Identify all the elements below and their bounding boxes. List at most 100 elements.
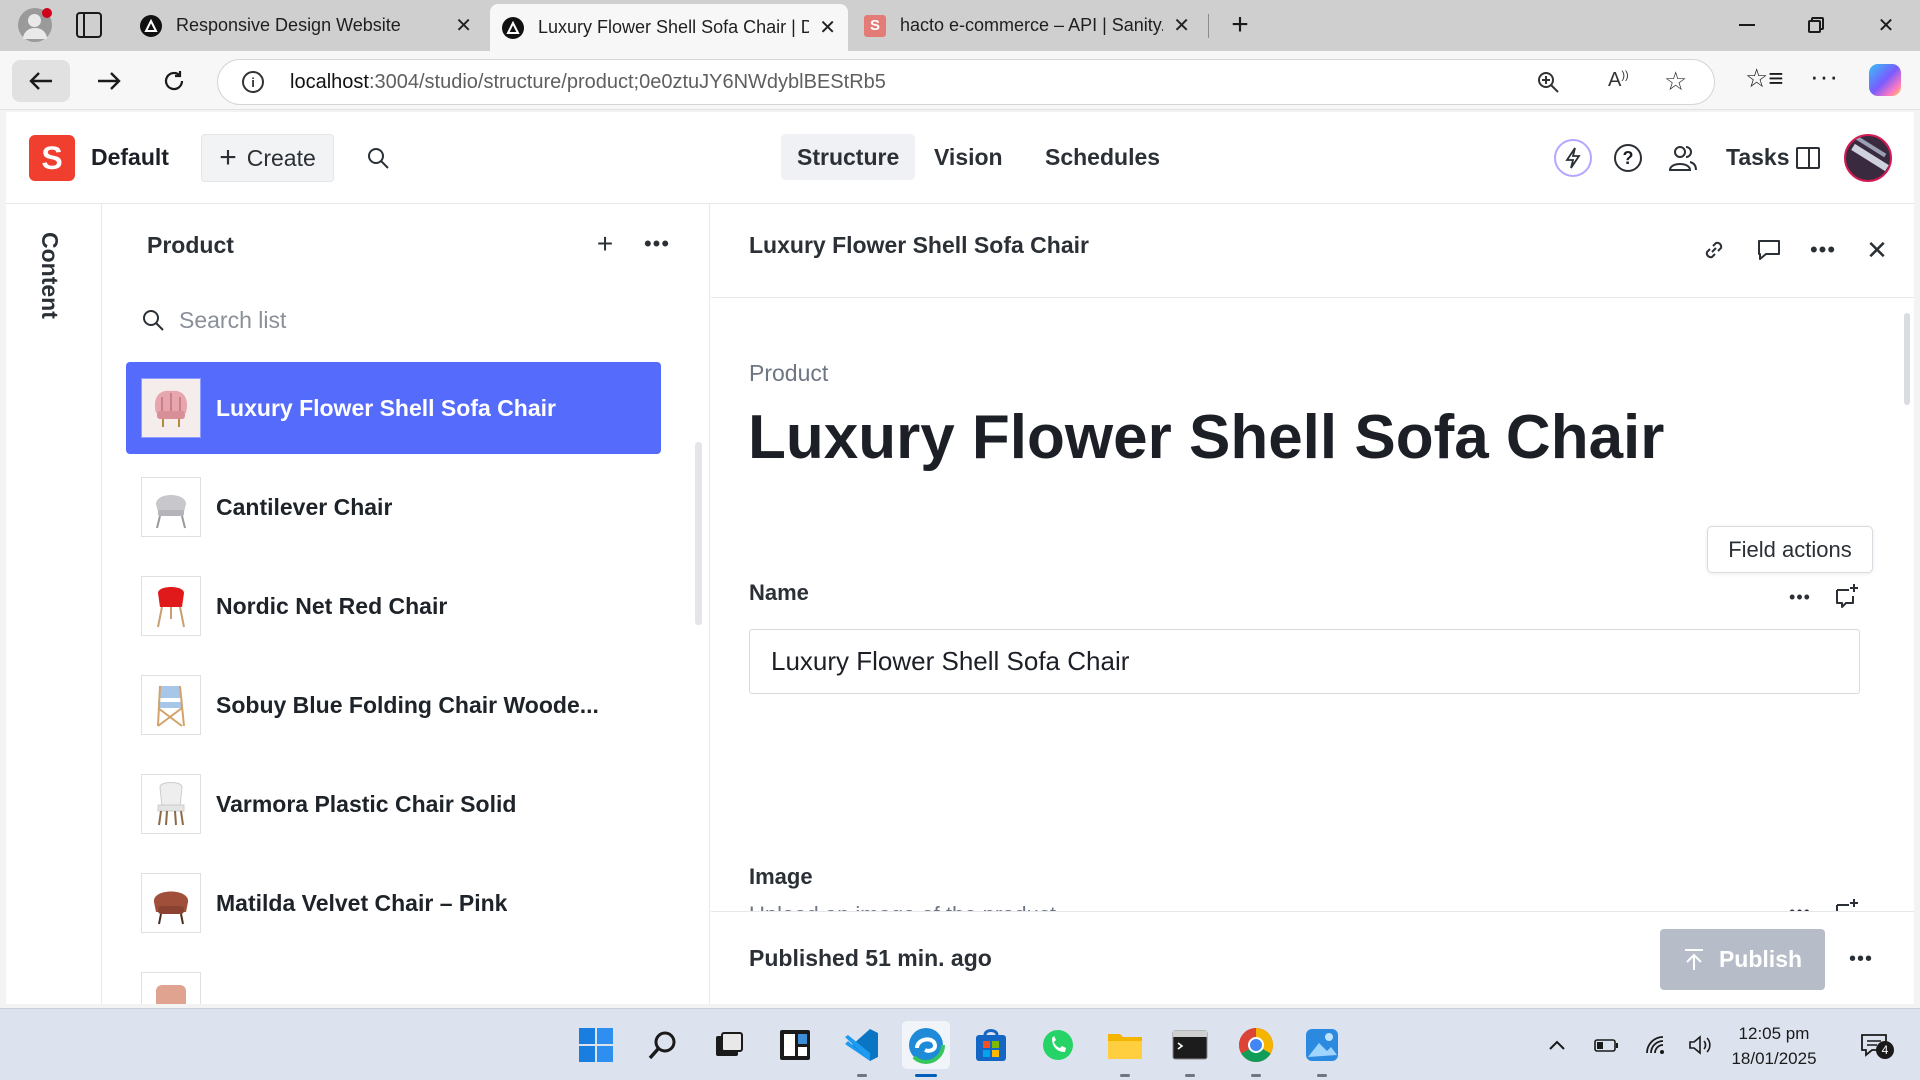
list-item[interactable]: Luxury Flower Shell Sofa Chair [126, 362, 661, 454]
microsoft-store-icon[interactable] [967, 1021, 1015, 1069]
list-scrollbar[interactable] [695, 442, 702, 625]
favorites-icon[interactable]: ☆≡ [1745, 63, 1783, 94]
document-list: Luxury Flower Shell Sofa Chair Cantileve… [126, 362, 661, 1004]
search-input[interactable]: Search list [179, 307, 286, 334]
field-menu-icon[interactable]: ••• [1780, 892, 1820, 912]
tab-luxury-flower-shell[interactable]: Luxury Flower Shell Sofa Chair | D ✕ [490, 4, 848, 51]
content-rail: Content [6, 204, 102, 1004]
nav-schedules[interactable]: Schedules [1029, 134, 1176, 180]
close-pane-icon[interactable]: ✕ [1857, 230, 1897, 270]
forward-button[interactable] [80, 60, 138, 102]
comments-icon[interactable] [1749, 230, 1789, 270]
vscode-icon[interactable] [838, 1021, 886, 1077]
item-title: Nordic Net Red Chair [216, 592, 448, 619]
close-tab-icon[interactable]: ✕ [1173, 13, 1190, 38]
list-item[interactable] [126, 956, 661, 1004]
name-field-label: Name [749, 580, 809, 605]
product-thumbnail [141, 774, 201, 834]
chevron-up-icon[interactable] [1542, 1031, 1572, 1059]
refresh-button[interactable] [145, 60, 203, 102]
chrome-icon[interactable] [1232, 1021, 1280, 1077]
photos-icon[interactable] [1298, 1021, 1346, 1077]
product-thumbnail [141, 576, 201, 636]
document-form: Product Luxury Flower Shell Sofa Chair F… [711, 299, 1914, 911]
avatar[interactable] [1844, 134, 1892, 182]
tab-actions-icon[interactable] [76, 12, 102, 38]
field-menu-icon[interactable]: ••• [1780, 577, 1820, 617]
tab-responsive-design[interactable]: Responsive Design Website ✕ [128, 4, 484, 47]
close-tab-icon[interactable]: ✕ [819, 15, 836, 40]
new-tab-button[interactable]: + [1220, 8, 1260, 42]
product-thumbnail [141, 873, 201, 933]
more-menu-icon[interactable]: ··· [1810, 61, 1839, 92]
read-aloud-icon[interactable]: A)) [1608, 69, 1629, 92]
users-icon[interactable] [1661, 136, 1705, 180]
link-icon[interactable] [1694, 230, 1734, 270]
sidebar-toggle-icon[interactable] [1786, 136, 1830, 180]
list-item[interactable]: Sobuy Blue Folding Chair Woode... [126, 659, 661, 751]
document-actions-menu-icon[interactable]: ••• [1841, 939, 1881, 979]
list-item[interactable]: Matilda Velvet Chair – Pink [126, 857, 661, 949]
lightning-icon[interactable] [1551, 136, 1595, 180]
browser-tab-bar: Responsive Design Website ✕ Luxury Flowe… [0, 0, 1920, 51]
item-title: Luxury Flower Shell Sofa Chair [216, 394, 556, 421]
publish-status: Published 51 min. ago [749, 945, 992, 971]
copilot-icon[interactable] [1869, 64, 1901, 96]
workspace-name[interactable]: Default [91, 144, 169, 171]
edge-icon[interactable] [902, 1021, 950, 1077]
file-explorer-icon[interactable] [1101, 1021, 1149, 1077]
document-header: Luxury Flower Shell Sofa Chair ••• ✕ [711, 204, 1914, 298]
product-thumbnail [141, 378, 201, 438]
studio-logo[interactable]: S [29, 135, 75, 181]
minimize-icon[interactable] [1727, 8, 1767, 42]
notifications-icon[interactable]: 4 [1854, 1031, 1894, 1059]
document-scrollbar[interactable] [1904, 313, 1910, 405]
wifi-icon[interactable] [1642, 1031, 1672, 1059]
clock-date: 18/01/2025 [1731, 1049, 1817, 1068]
zoom-icon[interactable] [1536, 70, 1560, 99]
item-title: Cantilever Chair [216, 493, 393, 520]
task-view-icon[interactable] [705, 1021, 753, 1069]
terminal-icon[interactable] [1166, 1021, 1214, 1077]
content-tool-label[interactable]: Content [36, 232, 63, 319]
close-window-icon[interactable]: ✕ [1866, 8, 1906, 42]
list-menu-icon[interactable]: ••• [639, 226, 675, 262]
add-comment-icon[interactable] [1827, 891, 1867, 911]
add-comment-icon[interactable] [1827, 576, 1867, 616]
widgets-icon[interactable] [771, 1021, 819, 1069]
site-info-icon[interactable]: i [242, 71, 264, 93]
system-clock[interactable]: 12:05 pm 18/01/2025 [1722, 1021, 1826, 1071]
list-item[interactable]: Nordic Net Red Chair [126, 560, 661, 652]
battery-icon[interactable] [1592, 1031, 1622, 1059]
help-icon[interactable]: ? [1606, 136, 1650, 180]
publish-label: Publish [1718, 946, 1803, 972]
list-title: Product [147, 232, 234, 258]
url-input[interactable]: i localhost:3004/studio/structure/produc… [217, 59, 1715, 105]
profile-icon[interactable] [18, 8, 52, 42]
create-label: Create [246, 144, 316, 171]
tab-sanity-api[interactable]: S hacto e-commerce – API | Sanity.i ✕ [852, 4, 1202, 47]
volume-icon[interactable] [1686, 1031, 1716, 1059]
back-button[interactable] [12, 60, 70, 102]
create-button[interactable]: + Create [201, 134, 334, 182]
publish-button[interactable]: Publish [1660, 929, 1825, 990]
document-menu-icon[interactable]: ••• [1803, 230, 1843, 270]
tasks-button[interactable]: Tasks [1726, 144, 1790, 171]
close-tab-icon[interactable]: ✕ [455, 13, 472, 38]
favorite-star-icon[interactable]: ☆ [1664, 66, 1687, 97]
list-item[interactable]: Varmora Plastic Chair Solid [126, 758, 661, 850]
search-list[interactable]: Search list [141, 300, 286, 340]
name-input[interactable]: Luxury Flower Shell Sofa Chair [749, 629, 1860, 694]
list-item[interactable]: Cantilever Chair [126, 461, 661, 553]
image-field-label: Image [749, 864, 813, 889]
whatsapp-icon[interactable] [1034, 1021, 1082, 1069]
nav-structure[interactable]: Structure [781, 134, 916, 180]
search-icon[interactable] [639, 1021, 687, 1069]
add-document-icon[interactable]: + [587, 226, 623, 262]
windows-start-icon[interactable] [572, 1021, 620, 1069]
restore-icon[interactable] [1796, 8, 1836, 42]
nav-vision[interactable]: Vision [918, 134, 1019, 180]
search-icon[interactable] [356, 136, 400, 180]
document-header-title: Luxury Flower Shell Sofa Chair [749, 232, 1089, 258]
publish-icon [1684, 948, 1703, 970]
